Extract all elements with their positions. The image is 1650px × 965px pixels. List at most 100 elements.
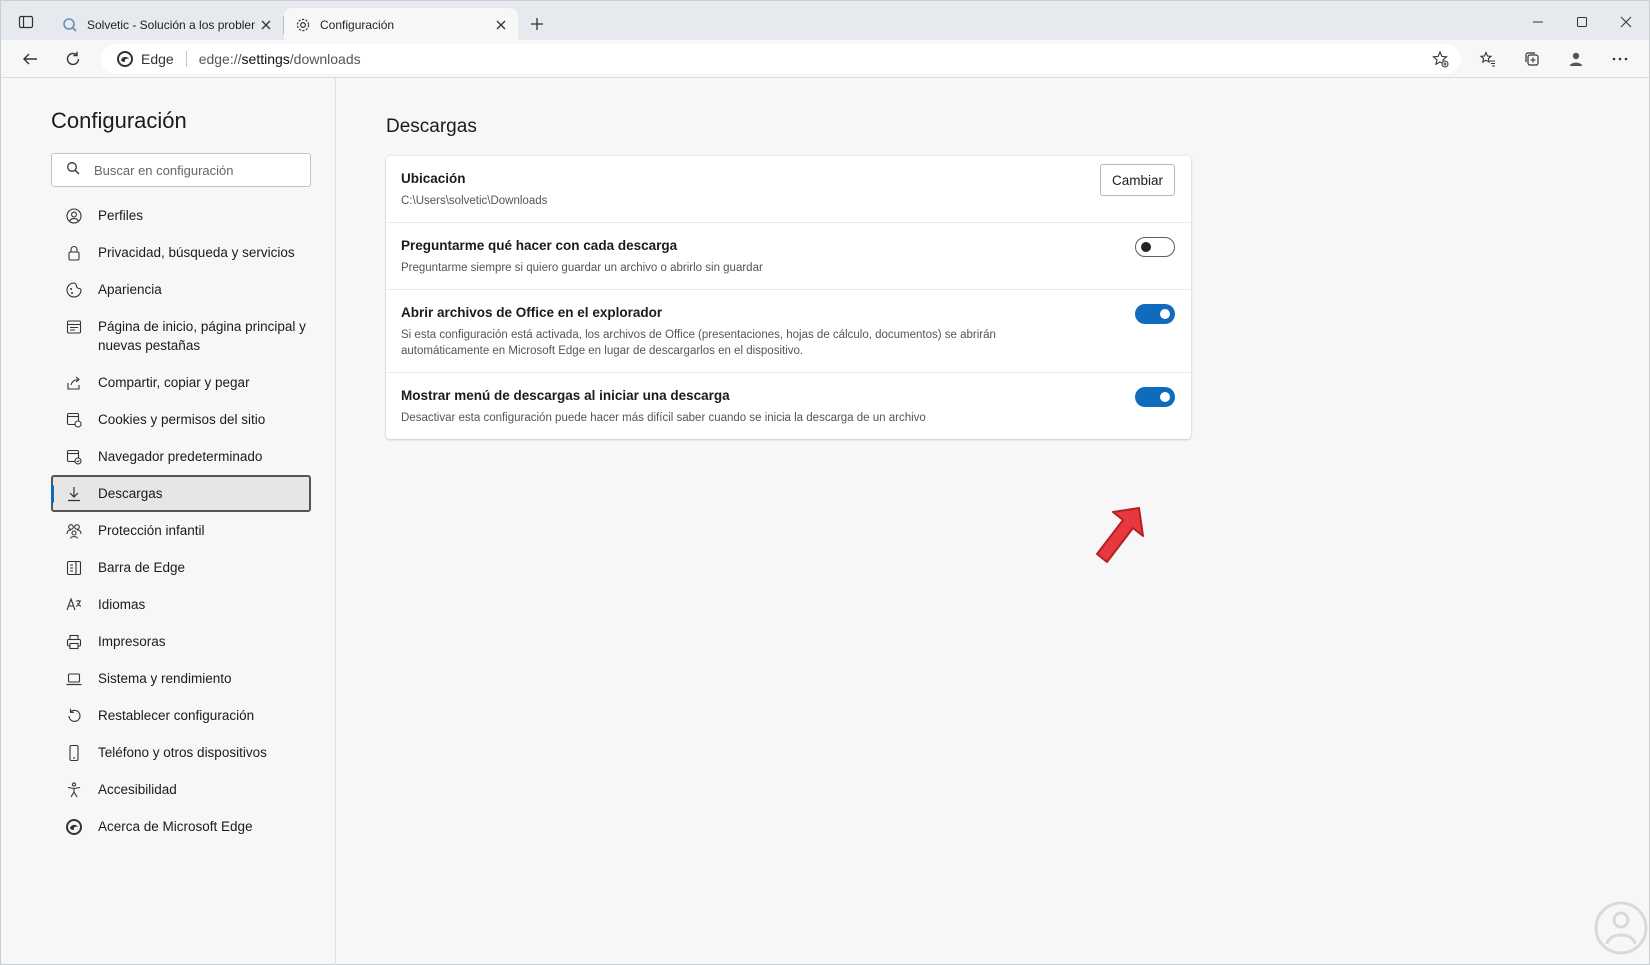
collections-icon[interactable] [1517, 45, 1547, 73]
sidebar-item-label: Protección infantil [98, 523, 205, 538]
home-page-icon [65, 318, 83, 336]
search-box[interactable] [51, 153, 311, 187]
back-arrow-icon[interactable] [15, 45, 45, 73]
reset-icon [65, 707, 83, 725]
sidebar-item-acerca[interactable]: Acerca de Microsoft Edge [51, 808, 311, 845]
close-tab-icon[interactable] [490, 14, 512, 36]
sidebar-item-label: Descargas [98, 486, 163, 501]
sidebar-item-descargas[interactable]: Descargas [51, 475, 311, 512]
sidebar-item-idiomas[interactable]: Idiomas [51, 586, 311, 623]
edge-bar-icon [65, 559, 83, 577]
sidebar-item-label: Restablecer configuración [98, 708, 255, 723]
favorites-icon[interactable] [1473, 45, 1503, 73]
cookies-icon [65, 411, 83, 429]
sidebar-item-impresoras[interactable]: Impresoras [51, 623, 311, 660]
tab-actions-icon[interactable] [11, 9, 41, 35]
sidebar-item-label: Sistema y rendimiento [98, 671, 232, 686]
close-tab-icon[interactable] [255, 14, 277, 36]
sidebar-item-label: Teléfono y otros dispositivos [98, 745, 267, 760]
browser-toolbar: Edge edge://settings/downloads [0, 40, 1650, 78]
site-label: Edge [141, 51, 174, 67]
sidebar-item-label: Cookies y permisos del sitio [98, 412, 266, 427]
setting-label: Abrir archivos de Office en el explorado… [401, 305, 663, 320]
sidebar-item-sistema[interactable]: Sistema y rendimiento [51, 660, 311, 697]
sidebar-item-perfiles[interactable]: Perfiles [51, 197, 311, 234]
toggle-knob [1160, 392, 1170, 402]
sidebar-item-cookies[interactable]: Cookies y permisos del sitio [51, 401, 311, 438]
setting-label: Preguntarme qué hacer con cada descarga [401, 238, 678, 253]
address-separator [185, 51, 187, 67]
new-tab-plus-icon[interactable] [523, 11, 551, 37]
phone-icon [65, 744, 83, 762]
settings-page: Configuración Perfiles Privacidad, búsqu… [0, 78, 1650, 965]
sidebar-item-restablecer[interactable]: Restablecer configuración [51, 697, 311, 734]
location-label: Ubicación [401, 171, 466, 186]
settings-nav: Perfiles Privacidad, búsqueda y servicio… [51, 197, 311, 845]
languages-icon [65, 596, 83, 614]
sidebar-item-pagina-inicio[interactable]: Página de inicio, página principal y nue… [51, 308, 311, 364]
sidebar-item-label: Accesibilidad [98, 782, 177, 797]
setting-row-open-office-files: Abrir archivos de Office en el explorado… [386, 289, 1191, 372]
sidebar-item-navegador[interactable]: Navegador predeterminado [51, 438, 311, 475]
show-downloads-menu-toggle[interactable] [1135, 387, 1175, 407]
download-icon [65, 485, 83, 503]
solvetic-favicon-icon [61, 16, 79, 34]
setting-description: Preguntarme siempre si quiero guardar un… [401, 262, 763, 274]
sidebar-item-telefono[interactable]: Teléfono y otros dispositivos [51, 734, 311, 771]
sidebar-item-apariencia[interactable]: Apariencia [51, 271, 311, 308]
tab-title: Solvetic - Solución a los problem [87, 17, 255, 32]
appearance-icon [65, 281, 83, 299]
address-bar[interactable]: Edge edge://settings/downloads [101, 44, 1461, 74]
url-suffix: /downloads [289, 51, 361, 67]
family-icon [65, 522, 83, 540]
minimize-icon[interactable] [1521, 9, 1555, 35]
laptop-icon [65, 670, 83, 688]
sidebar-item-label: Página de inicio, página principal y nue… [98, 319, 306, 353]
setting-row-ask-each-download: Preguntarme qué hacer con cada descarga … [386, 222, 1191, 289]
sidebar-item-label: Impresoras [98, 634, 166, 649]
url-text[interactable]: edge://settings/downloads [199, 51, 361, 67]
sidebar-item-label: Compartir, copiar y pegar [98, 375, 250, 390]
profile-icon[interactable] [1561, 45, 1591, 73]
sidebar-item-barra-edge[interactable]: Barra de Edge [51, 549, 311, 586]
settings-sidebar: Configuración Perfiles Privacidad, búsqu… [1, 78, 336, 965]
share-icon [65, 374, 83, 392]
downloads-settings-card: Ubicación C:\Users\solvetic\Downloads Ca… [386, 156, 1191, 439]
edge-logo-icon [117, 51, 133, 67]
setting-row-show-downloads-menu: Mostrar menú de descargas al iniciar una… [386, 372, 1191, 439]
location-path: C:\Users\solvetic\Downloads [401, 195, 548, 207]
edge-logo-icon [65, 818, 83, 836]
sidebar-item-label: Navegador predeterminado [98, 449, 263, 464]
sidebar-item-privacidad[interactable]: Privacidad, búsqueda y servicios [51, 234, 311, 271]
url-path: settings [241, 51, 290, 67]
search-icon [66, 161, 80, 180]
setting-description: Desactivar esta configuración puede hace… [401, 412, 926, 424]
open-office-files-toggle[interactable] [1135, 304, 1175, 324]
toggle-knob [1160, 309, 1170, 319]
search-input[interactable] [94, 162, 294, 178]
sidebar-item-label: Privacidad, búsqueda y servicios [98, 245, 295, 260]
profile-icon [65, 207, 83, 225]
sidebar-item-compartir[interactable]: Compartir, copiar y pegar [51, 364, 311, 401]
sidebar-item-accesibilidad[interactable]: Accesibilidad [51, 771, 311, 808]
ask-each-download-toggle[interactable] [1135, 237, 1175, 257]
sidebar-item-proteccion-infantil[interactable]: Protección infantil [51, 512, 311, 549]
settings-title: Configuración [51, 108, 187, 133]
setting-label: Mostrar menú de descargas al iniciar una… [401, 388, 730, 403]
maximize-icon[interactable] [1565, 9, 1599, 35]
refresh-icon[interactable] [58, 45, 88, 73]
annotation-arrow-icon [1096, 507, 1144, 563]
tab-configuracion[interactable]: Configuración [284, 8, 518, 41]
more-menu-icon[interactable] [1605, 45, 1635, 73]
sidebar-item-label: Idiomas [98, 597, 146, 612]
sidebar-item-label: Acerca de Microsoft Edge [98, 819, 253, 834]
lock-icon [65, 244, 83, 262]
tab-solvetic[interactable]: Solvetic - Solución a los problem [53, 8, 284, 41]
location-row: Ubicación C:\Users\solvetic\Downloads Ca… [386, 156, 1191, 222]
add-favorite-star-icon[interactable] [1427, 47, 1453, 71]
close-window-icon[interactable] [1609, 9, 1643, 35]
gear-icon [294, 16, 312, 34]
url-prefix: edge:// [198, 51, 242, 67]
change-location-button[interactable]: Cambiar [1099, 164, 1175, 196]
setting-description: Si esta configuración está activada, los… [401, 329, 996, 357]
